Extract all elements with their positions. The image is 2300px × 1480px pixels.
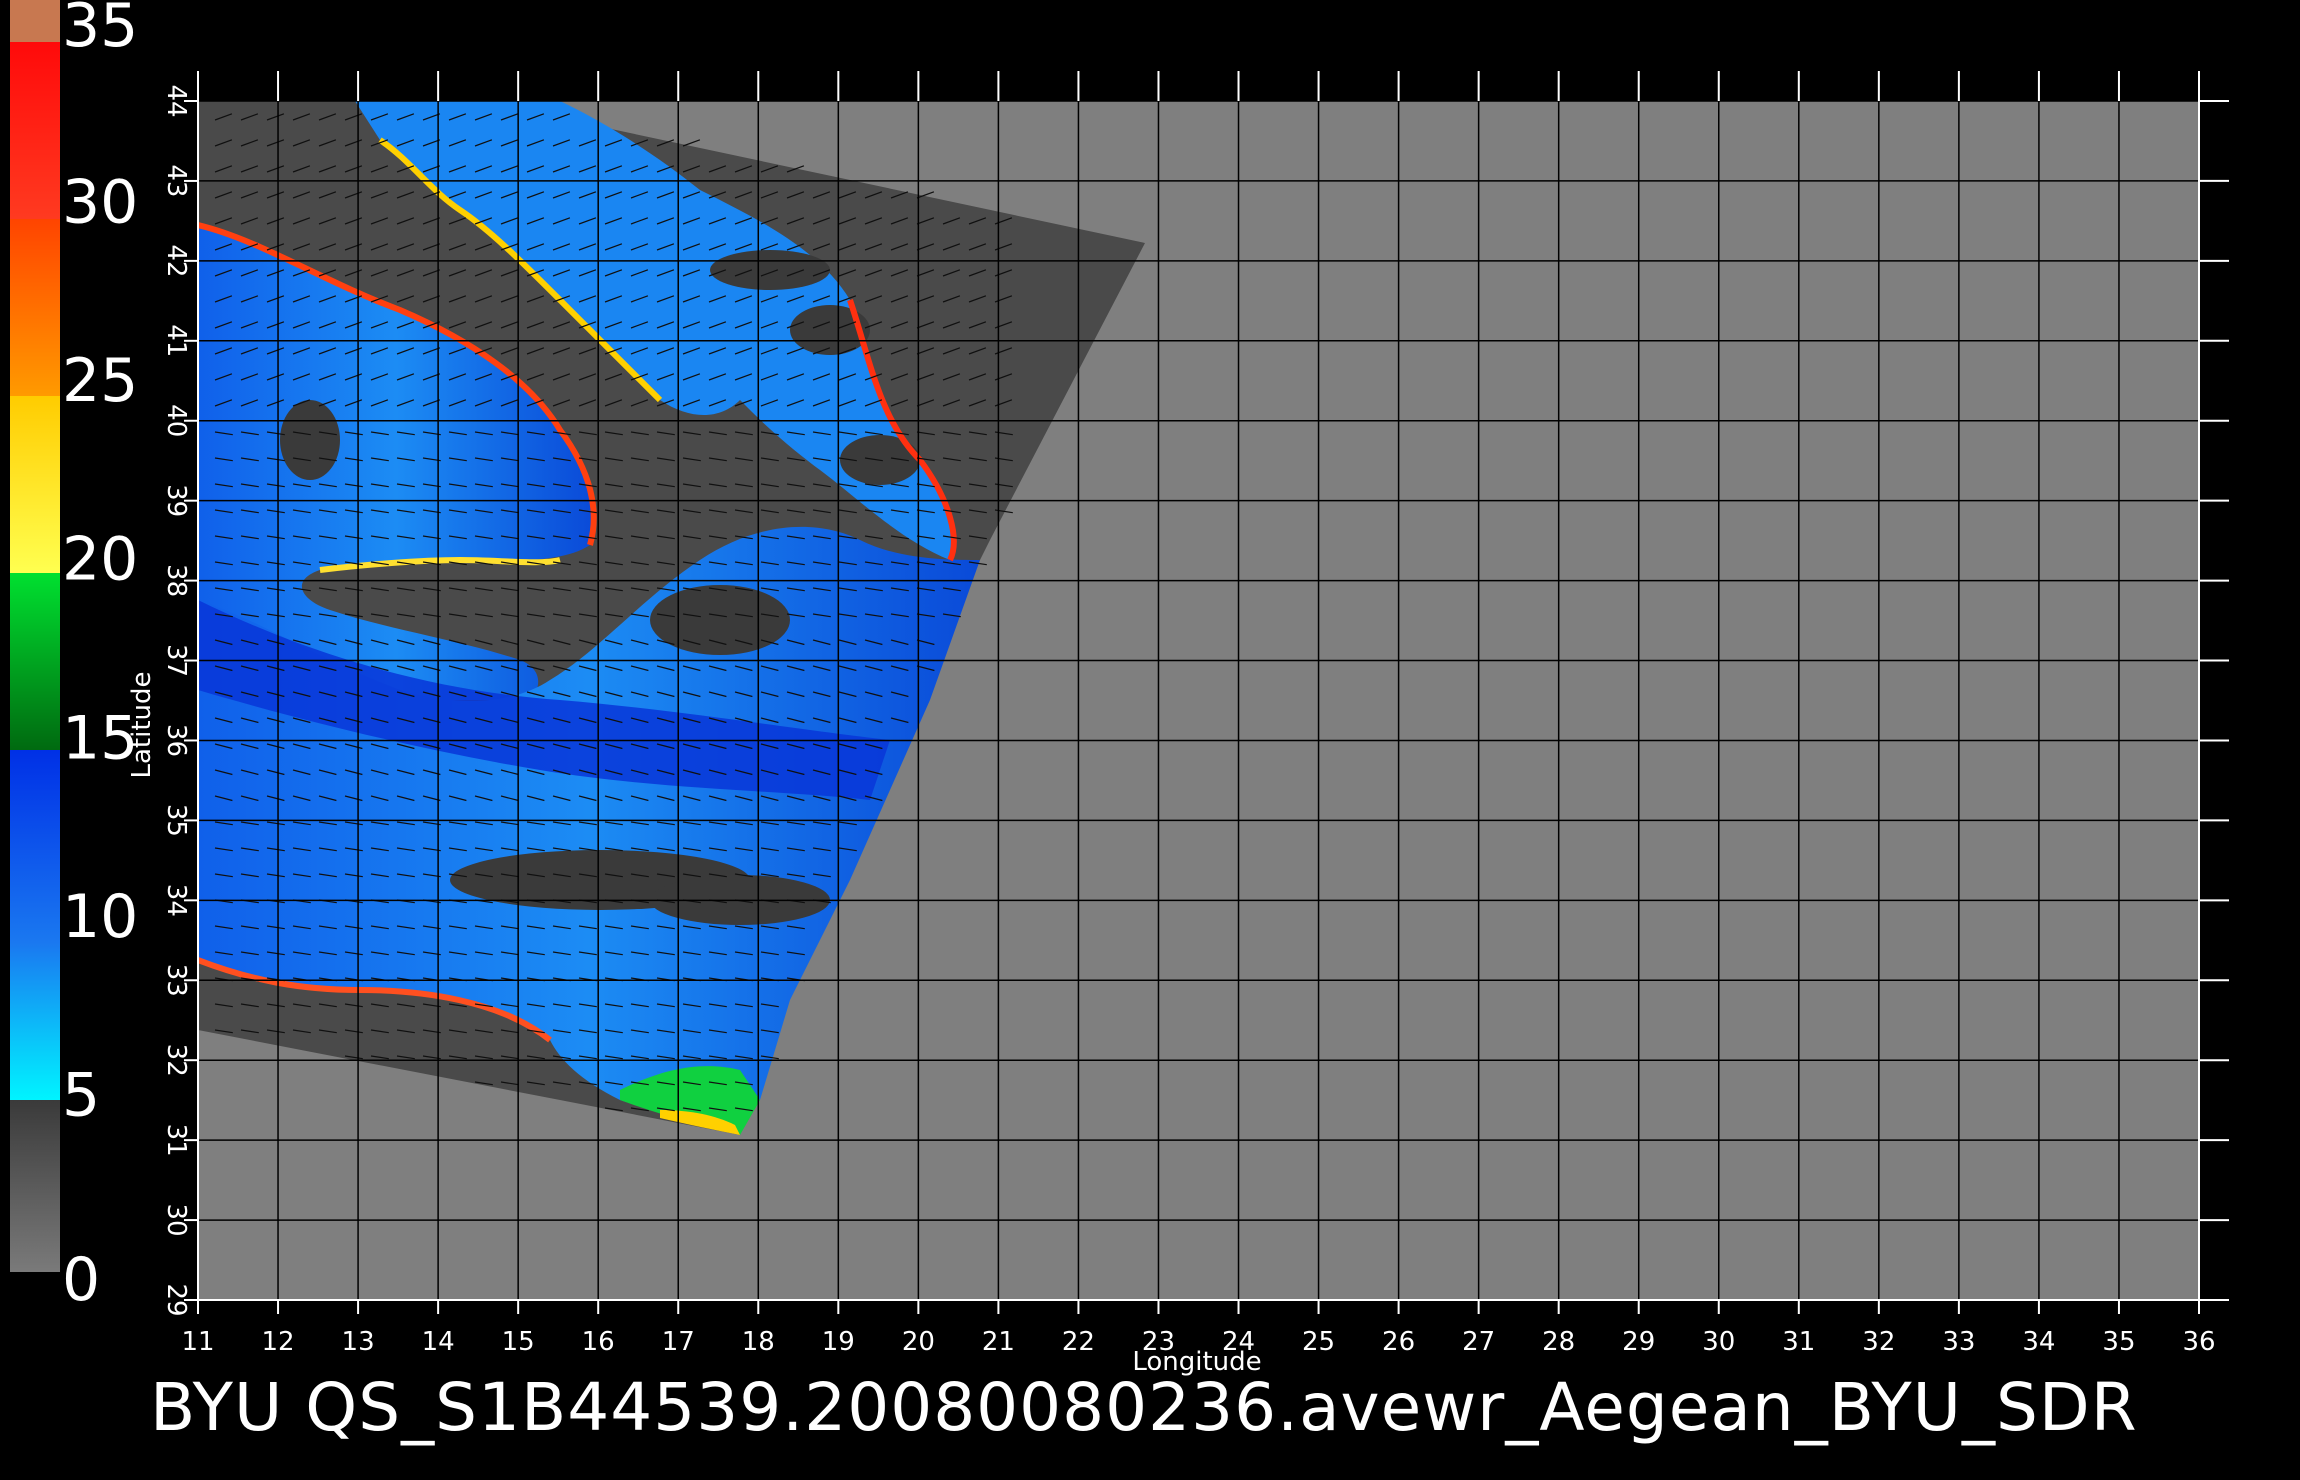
y-tick-label: 30 (161, 1204, 191, 1237)
y-tick-label: 33 (161, 964, 191, 997)
x-tick-label: 32 (1862, 1327, 1895, 1357)
colorbar-segment-20-25 (10, 396, 60, 573)
y-tick-label: 42 (161, 244, 191, 277)
colorbar-label: 10 (62, 882, 138, 952)
x-tick-label: 30 (1702, 1327, 1735, 1357)
x-tick-label: 12 (261, 1327, 294, 1357)
y-axis-title: Latitude (127, 671, 157, 778)
x-tick-label: 33 (1942, 1327, 1975, 1357)
colorbar: 05101520253035 (10, 0, 138, 1315)
calm-patch (280, 400, 340, 480)
y-tick-label: 31 (161, 1124, 191, 1157)
x-tick-label: 11 (181, 1327, 214, 1357)
wind-map-figure: 0 5 10 15 20 25 30 35 11 12 13 14 15 16 17 18 1… (10, 0, 2229, 1446)
colorbar-segment-30-35 (10, 42, 60, 219)
x-tick-label: 19 (822, 1327, 855, 1357)
colorbar-segment-0-5 (10, 1100, 60, 1272)
x-tick-label: 15 (502, 1327, 535, 1357)
colorbar-segment-5-15 (10, 750, 60, 1100)
x-tick-label: 16 (582, 1327, 615, 1357)
x-tick-label: 20 (902, 1327, 935, 1357)
x-tick-label: 14 (422, 1327, 455, 1357)
x-tick-label: 13 (342, 1327, 375, 1357)
y-tick-label: 29 (161, 1283, 191, 1316)
colorbar-label: 0 (62, 1245, 100, 1315)
calm-patch (650, 585, 790, 655)
x-tick-label: 36 (2182, 1327, 2215, 1357)
y-tick-label: 32 (161, 1044, 191, 1077)
x-tick-label: 31 (1782, 1327, 1815, 1357)
image-caption: BYU QS_S1B44539.20080080236.avewr_Aegean… (150, 1369, 2138, 1446)
map-plot: 11 12 13 14 15 16 17 18 19 20 21 22 23 24 25 26 27 28 29 30… (127, 71, 2229, 1377)
x-tick-label: 35 (2102, 1327, 2135, 1357)
colorbar-segment-top (10, 0, 60, 42)
y-tick-label: 37 (161, 644, 191, 677)
colorbar-label: 20 (62, 525, 138, 595)
colorbar-segment-15-20 (10, 573, 60, 750)
x-tick-label: 28 (1542, 1327, 1575, 1357)
colorbar-label: 25 (62, 346, 138, 416)
y-tick-label: 35 (161, 804, 191, 837)
colorbar-label: 5 (62, 1060, 100, 1130)
x-tick-label: 26 (1382, 1327, 1415, 1357)
x-tick-label: 25 (1302, 1327, 1335, 1357)
latitude-tick-labels: 29 30 31 32 33 34 35 36 37 38 39 40 41 42 43 44 (161, 84, 191, 1316)
x-tick-label: 34 (2022, 1327, 2055, 1357)
y-tick-label: 38 (161, 564, 191, 597)
colorbar-segment-25-30 (10, 219, 60, 396)
y-tick-label: 40 (161, 404, 191, 437)
colorbar-labels: 05101520253035 (62, 0, 138, 1315)
x-tick-label: 27 (1462, 1327, 1495, 1357)
x-tick-label: 29 (1622, 1327, 1655, 1357)
x-tick-label: 21 (982, 1327, 1015, 1357)
y-tick-label: 36 (161, 724, 191, 757)
x-tick-label: 18 (742, 1327, 775, 1357)
y-tick-label: 34 (161, 884, 191, 917)
x-tick-label: 17 (662, 1327, 695, 1357)
y-tick-label: 43 (161, 164, 191, 197)
y-tick-label: 39 (161, 484, 191, 517)
y-tick-label: 41 (161, 324, 191, 357)
colorbar-label: 35 (62, 0, 138, 61)
y-tick-label: 44 (161, 84, 191, 117)
x-tick-label: 22 (1062, 1327, 1095, 1357)
colorbar-label: 30 (62, 168, 138, 238)
calm-patch (710, 250, 830, 290)
